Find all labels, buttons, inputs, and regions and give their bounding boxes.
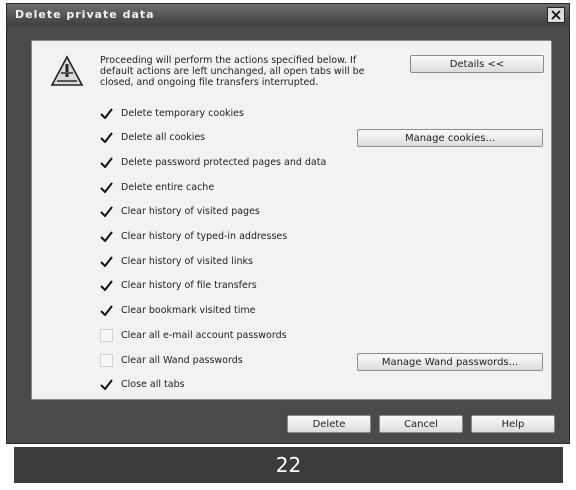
option-row[interactable]: Clear bookmark visited time — [100, 303, 255, 319]
option-label: Clear all e-mail account passwords — [121, 329, 287, 341]
close-icon — [551, 10, 561, 20]
checkmark-icon — [100, 181, 113, 193]
option-label: Delete password protected pages and data — [121, 156, 327, 168]
checkmark-icon — [100, 280, 113, 292]
details-button[interactable]: Details << — [410, 55, 544, 73]
option-row[interactable]: Delete entire cache — [100, 179, 214, 195]
option-label: Clear bookmark visited time — [121, 305, 256, 317]
checkbox-checked[interactable] — [100, 181, 113, 194]
checkbox-checked[interactable] — [100, 131, 113, 144]
manage-wand-passwords-button[interactable]: Manage Wand passwords... — [357, 353, 543, 371]
checkmark-icon — [100, 305, 113, 317]
checkbox-unchecked[interactable] — [100, 328, 113, 342]
delete-private-data-dialog: Delete private data Proceeding will perf… — [6, 3, 570, 444]
option-label: Delete all cookies — [121, 132, 206, 144]
intro-text: Proceeding will perform the actions spec… — [100, 55, 365, 88]
checkbox-checked[interactable] — [100, 107, 113, 120]
option-row[interactable]: Clear history of file transfers — [100, 278, 257, 294]
checkmark-icon — [100, 107, 113, 119]
option-label: Clear all Wand passwords — [121, 354, 243, 366]
checkmark-icon — [100, 132, 113, 144]
checkbox-unchecked[interactable] — [100, 353, 113, 367]
checkbox-checked[interactable] — [100, 230, 113, 243]
checkmark-icon — [100, 379, 113, 391]
option-row[interactable]: Delete temporary cookies — [100, 105, 244, 121]
help-button[interactable]: Help — [471, 415, 555, 433]
options-panel: Proceeding will perform the actions spec… — [31, 40, 552, 400]
option-label: Delete temporary cookies — [121, 107, 244, 119]
option-row[interactable]: Delete all cookies — [100, 130, 205, 146]
option-row[interactable]: Clear all Wand passwords — [100, 352, 243, 368]
checkmark-icon — [100, 231, 113, 242]
checkbox-checked[interactable] — [100, 205, 113, 218]
option-label: Clear history of typed-in addresses — [121, 231, 288, 242]
option-label: Clear history of visited pages — [121, 206, 260, 218]
checkbox-checked[interactable] — [100, 378, 113, 391]
close-button[interactable] — [547, 7, 565, 23]
checkbox-checked[interactable] — [100, 255, 113, 268]
option-label: Clear history of file transfers — [121, 280, 257, 292]
checkmark-icon — [100, 256, 113, 267]
option-row[interactable]: Clear history of typed-in addresses — [100, 229, 287, 245]
option-label: Close all tabs — [121, 379, 185, 391]
page-number: 22 — [14, 447, 563, 483]
manage-cookies-button[interactable]: Manage cookies... — [357, 129, 543, 147]
option-row[interactable]: Clear all e-mail account passwords — [100, 327, 287, 343]
checkmark-icon — [100, 206, 113, 218]
option-row[interactable]: Clear history of visited pages — [100, 204, 260, 220]
checkbox-checked[interactable] — [100, 156, 113, 169]
checkbox-checked[interactable] — [100, 279, 113, 292]
delete-button[interactable]: Delete — [287, 415, 371, 433]
option-row[interactable]: Delete password protected pages and data — [100, 154, 326, 170]
checkmark-icon — [100, 157, 113, 168]
option-row[interactable]: Close all tabs — [100, 377, 185, 393]
checkbox-checked[interactable] — [100, 304, 113, 317]
warning-icon — [50, 55, 84, 86]
cancel-button[interactable]: Cancel — [379, 415, 463, 433]
dialog-title: Delete private data — [15, 8, 155, 21]
title-bar[interactable]: Delete private data — [7, 4, 569, 26]
option-label: Clear history of visited links — [121, 255, 253, 267]
option-label: Delete entire cache — [121, 181, 215, 193]
option-row[interactable]: Clear history of visited links — [100, 253, 253, 269]
